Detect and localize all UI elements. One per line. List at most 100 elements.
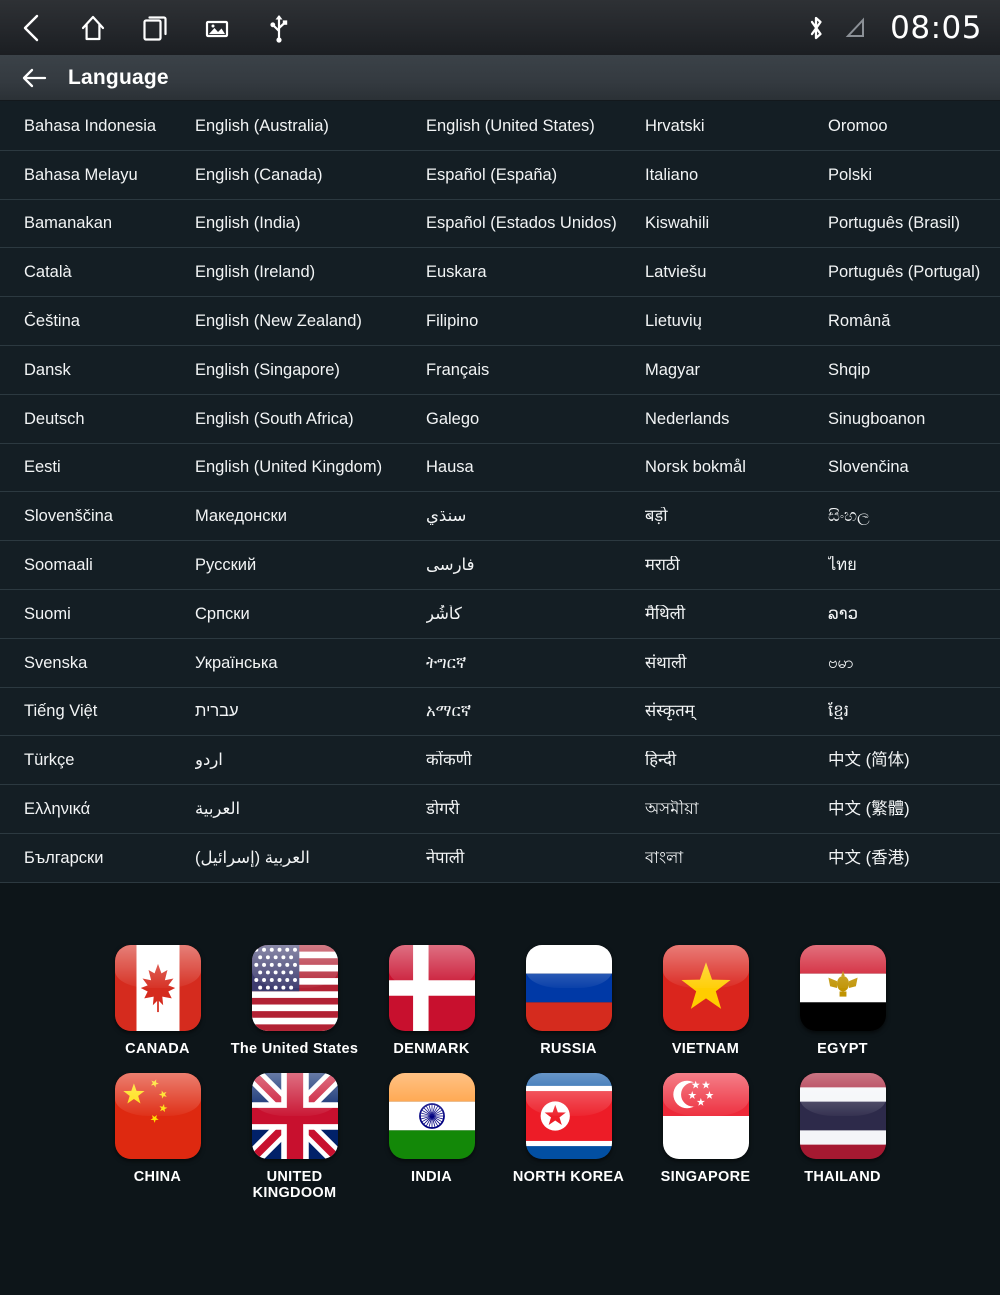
language-item[interactable]: বাংলা [645,849,828,867]
language-item[interactable]: کأشُر [426,605,645,623]
language-item[interactable]: اردو [195,751,426,769]
flag-singapore-icon[interactable] [662,1072,749,1159]
flag-shortcut[interactable]: RUSSIA [500,944,637,1057]
language-item[interactable]: English (United Kingdom) [195,458,426,476]
language-item[interactable]: Português (Portugal) [828,263,1000,281]
language-item[interactable]: Nederlands [645,410,828,428]
flag-china-icon[interactable] [114,1072,201,1159]
language-item[interactable]: Čeština [0,312,195,330]
language-item[interactable]: Bahasa Melayu [0,166,195,184]
language-item[interactable]: हिन्दी [645,751,828,769]
language-item[interactable]: Български [0,849,195,867]
language-item[interactable]: Tiếng Việt [0,702,195,720]
language-item[interactable]: Română [828,312,1000,330]
language-list[interactable]: Bahasa Indonesia English (Australia) Engli… [0,101,1000,883]
language-item[interactable]: Lietuvių [645,312,828,330]
language-item[interactable]: العربية [195,800,426,818]
language-item[interactable]: Ελληνικά [0,800,195,818]
language-item[interactable]: עברית [195,702,426,720]
language-item[interactable]: Српски [195,605,426,623]
language-item[interactable]: Latviešu [645,263,828,281]
language-item[interactable]: Bahasa Indonesia [0,117,195,135]
flag-shortcut[interactable]: THAILAND [774,1072,911,1201]
language-item[interactable]: Italiano [645,166,828,184]
language-item[interactable]: Deutsch [0,410,195,428]
language-item[interactable]: Polski [828,166,1000,184]
language-item[interactable]: संस्कृतम् [645,702,828,720]
language-item[interactable]: Oromoo [828,117,1000,135]
language-item[interactable]: Català [0,263,195,281]
language-item[interactable]: Soomaali [0,556,195,574]
language-item[interactable]: 中文 (繁體) [828,800,1000,818]
language-item[interactable]: فارسی [426,556,645,574]
language-item[interactable]: Euskara [426,263,645,281]
language-item[interactable]: English (United States) [426,117,645,135]
language-item[interactable]: Русский [195,556,426,574]
flag-shortcut[interactable]: CHINA [89,1072,226,1201]
language-item[interactable]: English (Singapore) [195,361,426,379]
flag-russia-icon[interactable] [525,944,612,1031]
language-item[interactable]: English (Ireland) [195,263,426,281]
flag-north-korea-icon[interactable] [525,1072,612,1159]
language-item[interactable]: Galego [426,410,645,428]
home-icon[interactable] [62,0,124,55]
language-item[interactable]: बड़ो [645,507,828,525]
language-item[interactable]: नेपाली [426,849,645,867]
language-item[interactable]: ខ្មែរ [828,702,1000,720]
flag-india-icon[interactable] [388,1072,475,1159]
flag-thailand-icon[interactable] [799,1072,886,1159]
gallery-icon[interactable] [186,0,248,55]
language-item[interactable]: Slovenščina [0,507,195,525]
language-item[interactable]: मैथिली [645,605,828,623]
flag-shortcut[interactable]: EGYPT [774,944,911,1057]
language-item[interactable]: Svenska [0,654,195,672]
language-item[interactable]: Português (Brasil) [828,214,1000,232]
arrow-left-icon[interactable] [0,55,68,101]
flag-shortcut[interactable]: INDIA [363,1072,500,1201]
flag-shortcut[interactable]: CANADA [89,944,226,1057]
language-item[interactable]: Sinugboanon [828,410,1000,428]
language-item[interactable]: Українська [195,654,426,672]
language-item[interactable]: Dansk [0,361,195,379]
language-item[interactable]: संथाली [645,654,828,672]
language-item[interactable]: অসমীয়া [645,800,828,818]
usb-icon[interactable] [248,0,310,55]
language-item[interactable]: Slovenčina [828,458,1000,476]
language-item[interactable]: Español (Estados Unidos) [426,214,645,232]
language-item[interactable]: Македонски [195,507,426,525]
language-item[interactable]: मराठी [645,556,828,574]
language-item[interactable]: English (Canada) [195,166,426,184]
language-item[interactable]: ລາວ [828,605,1000,623]
language-item[interactable]: English (South Africa) [195,410,426,428]
flag-vietnam-icon[interactable] [662,944,749,1031]
language-item[interactable]: ትግርኛ [426,654,645,672]
flag-shortcut[interactable]: The United States [226,944,363,1057]
language-item[interactable]: سنڌي [426,507,645,525]
flag-usa-icon[interactable] [251,944,338,1031]
language-item[interactable]: English (Australia) [195,117,426,135]
flag-denmark-icon[interactable] [388,944,475,1031]
language-item[interactable]: कोंकणी [426,751,645,769]
language-item[interactable]: 中文 (简体) [828,751,1000,769]
language-item[interactable]: Shqip [828,361,1000,379]
language-item[interactable]: Magyar [645,361,828,379]
language-item[interactable]: ไทย [828,556,1000,574]
language-item[interactable]: العربية (إسرائيل) [195,849,426,867]
flag-egypt-icon[interactable] [799,944,886,1031]
language-item[interactable]: English (India) [195,214,426,232]
flag-canada-icon[interactable] [114,944,201,1031]
language-item[interactable]: Hausa [426,458,645,476]
language-item[interactable]: አማርኛ [426,702,645,720]
recents-icon[interactable] [124,0,186,55]
language-item[interactable]: Español (España) [426,166,645,184]
flag-shortcut[interactable]: NORTH KOREA [500,1072,637,1201]
language-item[interactable]: Kiswahili [645,214,828,232]
language-item[interactable]: Filipino [426,312,645,330]
language-item[interactable]: Suomi [0,605,195,623]
flag-uk-icon[interactable] [251,1072,338,1159]
language-item[interactable]: 中文 (香港) [828,849,1000,867]
flag-shortcut[interactable]: DENMARK [363,944,500,1057]
language-item[interactable]: Eesti [0,458,195,476]
flag-shortcut[interactable]: VIETNAM [637,944,774,1057]
language-item[interactable]: Hrvatski [645,117,828,135]
